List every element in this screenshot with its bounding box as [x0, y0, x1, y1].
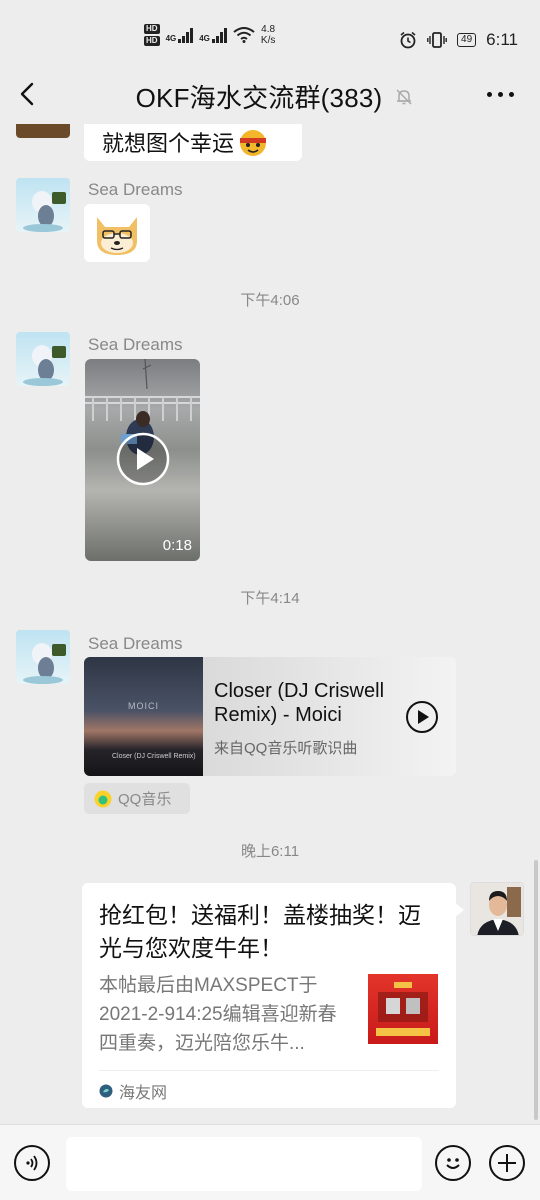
- lucky-emoji-icon: [240, 130, 267, 156]
- doge-sticker-icon: [97, 217, 137, 255]
- avatar-image: [23, 191, 66, 232]
- music-title: Closer (DJ Criswell Remix) - Moici: [214, 680, 385, 726]
- sender-name: Sea Dreams: [88, 180, 183, 199]
- avatar[interactable]: [16, 124, 70, 138]
- sender-avatar[interactable]: [16, 630, 70, 684]
- hd-indicator: HD HD: [144, 24, 160, 46]
- text-bubble[interactable]: 就想图个幸运: [84, 124, 302, 161]
- sticker-bubble[interactable]: [84, 204, 150, 262]
- input-bar: [0, 1124, 540, 1200]
- sender-name: Sea Dreams: [88, 335, 183, 354]
- network-speed: 4.8 K/s: [260, 24, 276, 46]
- my-avatar[interactable]: [470, 882, 524, 936]
- scrollbar[interactable]: [534, 860, 538, 1120]
- timestamp: 下午4:06: [240, 292, 300, 309]
- more-functions-button[interactable]: [489, 1145, 525, 1181]
- video-message[interactable]: 0:18: [85, 359, 200, 561]
- smiley-icon: [446, 1158, 460, 1169]
- timestamp: 晚上6:11: [240, 843, 300, 860]
- signal-2: 4G: [199, 27, 227, 43]
- avatar-image: [471, 883, 523, 935]
- album-cover-mark: MOICI: [128, 701, 159, 711]
- avatar-image: [23, 643, 66, 684]
- link-title: 抢红包！送福利！盖楼抽奖！迈光与您欢度牛年！: [99, 902, 421, 961]
- message-input[interactable]: [66, 1137, 422, 1191]
- voice-input-button[interactable]: [14, 1145, 50, 1181]
- clock: 6:11: [486, 30, 518, 49]
- music-card[interactable]: MOICI Closer (DJ Criswell Remix) Closer …: [84, 657, 456, 776]
- link-thumbnail: [368, 974, 438, 1044]
- chat-header: OKF海水交流群(383): [0, 64, 540, 124]
- alarm-icon: [400, 31, 416, 49]
- thumbnail-image: [376, 982, 430, 1036]
- chat-title: OKF海水交流群(383): [135, 83, 383, 113]
- bubble-tail: [455, 903, 464, 917]
- status-bar: HD HD 4G 4G 4.8 K/s 49 6:11: [0, 0, 540, 64]
- qq-music-icon: [94, 790, 112, 807]
- signal-bars-icon: [211, 27, 227, 43]
- vibrate-icon: [427, 32, 447, 48]
- plus-icon: [498, 1154, 516, 1172]
- link-source-label: 海友网: [119, 1085, 168, 1102]
- more-options-icon[interactable]: [487, 92, 514, 97]
- link-description: 本帖最后由MAXSPECT于2021-2-914:25编辑喜迎新春四重奏，迈光陪…: [99, 975, 337, 1054]
- voice-icon: [26, 1155, 38, 1171]
- mute-bell-icon: [396, 88, 412, 105]
- link-card[interactable]: 抢红包！送福利！盖楼抽奖！迈光与您欢度牛年！ 本帖最后由MAXSPECT于202…: [82, 883, 456, 1108]
- message-text: 就想图个幸运: [102, 131, 235, 156]
- sender-avatar[interactable]: [16, 332, 70, 386]
- music-source: 来自QQ音乐听歌识曲: [214, 740, 358, 757]
- timestamp: 下午4:14: [240, 590, 300, 607]
- divider: [99, 1070, 439, 1071]
- wifi-icon: [233, 27, 255, 43]
- sender-avatar[interactable]: [16, 178, 70, 232]
- site-logo-icon: [99, 1084, 113, 1098]
- avatar-image: [23, 345, 66, 386]
- emoji-button[interactable]: [435, 1145, 471, 1181]
- link-source: 海友网: [99, 1079, 167, 1103]
- app-source-tag[interactable]: QQ音乐: [84, 783, 190, 814]
- video-duration: 0:18: [162, 537, 192, 554]
- battery-icon: 49: [457, 33, 477, 47]
- album-cover: MOICI Closer (DJ Criswell Remix): [84, 657, 203, 776]
- music-play-icon[interactable]: [405, 700, 439, 734]
- signal-1: 4G: [166, 27, 194, 43]
- play-icon[interactable]: [115, 431, 171, 487]
- message-list[interactable]: 就想图个幸运 Sea Dreams 下午4:06 Sea Dreams 0:18…: [0, 124, 540, 1124]
- signal-bars-icon: [178, 27, 194, 43]
- app-source-label: QQ音乐: [118, 791, 172, 808]
- album-cover-caption: Closer (DJ Criswell Remix): [112, 753, 196, 760]
- sender-name: Sea Dreams: [88, 634, 183, 653]
